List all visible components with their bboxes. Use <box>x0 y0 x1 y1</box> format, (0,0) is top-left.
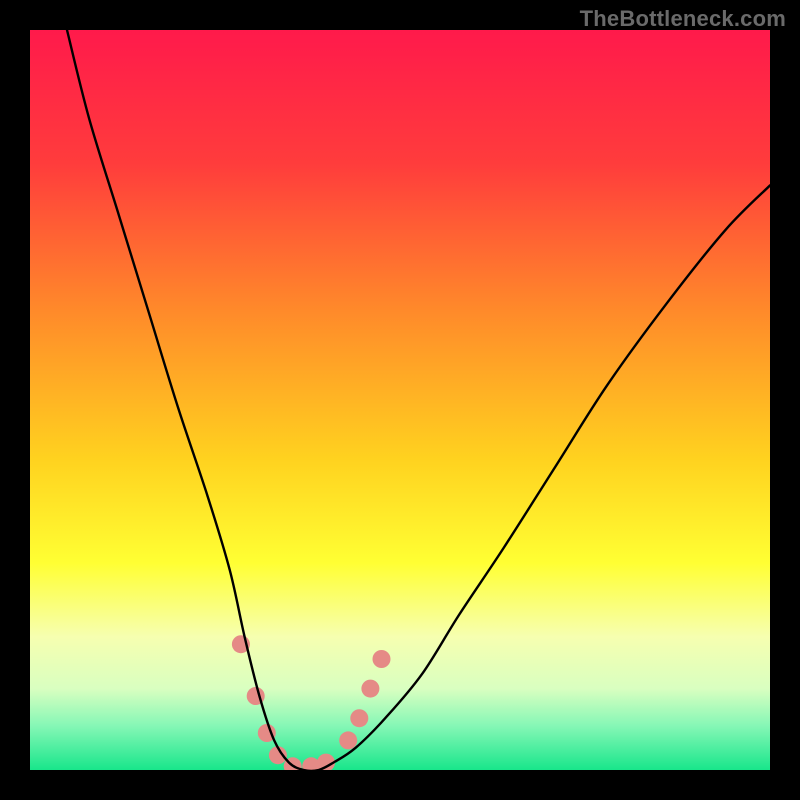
plot-area <box>30 30 770 770</box>
highlight-marker <box>373 650 391 668</box>
highlight-marker <box>339 731 357 749</box>
highlight-marker <box>350 709 368 727</box>
chart-frame: TheBottleneck.com <box>0 0 800 800</box>
highlight-markers <box>232 635 391 770</box>
bottleneck-curve <box>67 30 770 770</box>
curve-layer <box>30 30 770 770</box>
watermark-text: TheBottleneck.com <box>580 6 786 32</box>
highlight-marker <box>361 680 379 698</box>
